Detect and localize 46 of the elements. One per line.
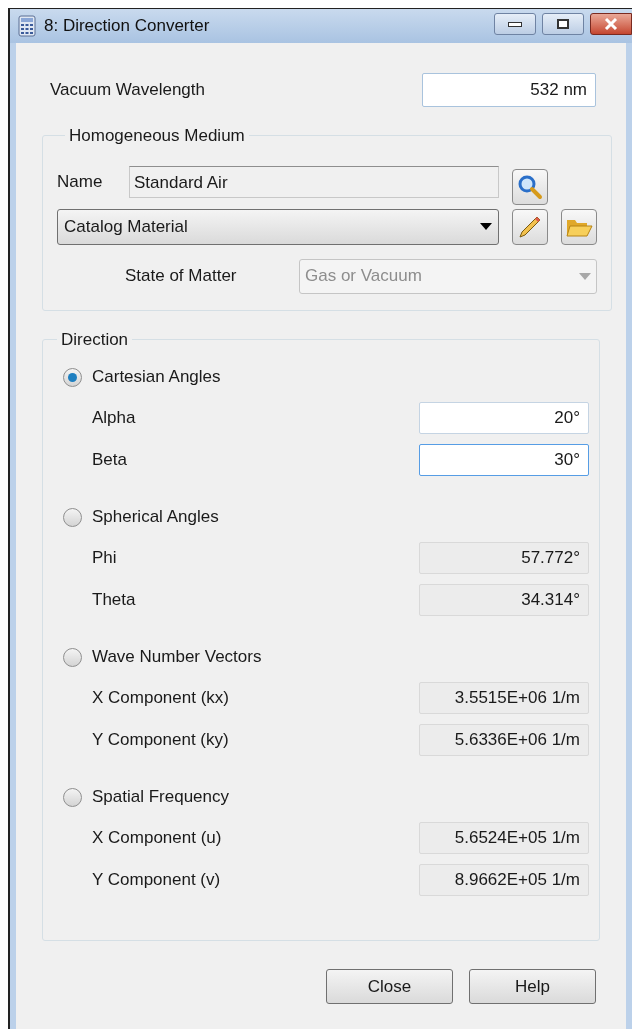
field-label: X Component (kx) bbox=[92, 687, 229, 710]
field-label: Alpha bbox=[92, 407, 136, 430]
dialog-button[interactable]: Help bbox=[469, 969, 596, 1004]
caret-icon bbox=[480, 223, 492, 230]
search-button[interactable] bbox=[512, 168, 548, 205]
field-label: Theta bbox=[92, 589, 136, 612]
field-label: Y Component (ky) bbox=[92, 729, 229, 752]
readonly-field: 8.9662E+05 1/m bbox=[419, 864, 589, 896]
pencil-icon bbox=[518, 214, 542, 239]
readonly-field: 5.6524E+05 1/m bbox=[419, 822, 589, 854]
field-label: Beta bbox=[92, 449, 127, 472]
radio-button[interactable] bbox=[63, 507, 82, 527]
radio-label: Spherical Angles bbox=[92, 506, 219, 529]
input-field[interactable]: 20° bbox=[419, 402, 589, 434]
readonly-field: 3.5515E+06 1/m bbox=[419, 682, 589, 714]
name-label: Name bbox=[57, 170, 104, 193]
group-title: Direction bbox=[60, 328, 130, 351]
readonly-field: 34.314° bbox=[419, 584, 589, 616]
caret-icon bbox=[579, 272, 591, 280]
field-label: X Component (u) bbox=[92, 827, 222, 850]
calculator-icon bbox=[18, 15, 36, 37]
readonly-field: 5.6336E+06 1/m bbox=[419, 724, 589, 756]
input-field[interactable]: 30° bbox=[419, 444, 589, 476]
close-icon[interactable] bbox=[590, 13, 632, 35]
state-label: State of Matter bbox=[124, 265, 238, 288]
dialog-button[interactable]: Close bbox=[326, 969, 453, 1004]
wavelength-label: Vacuum Wavelength bbox=[50, 79, 205, 102]
window-title: 8: Direction Converter bbox=[44, 15, 210, 38]
radio-label: Spatial Frequency bbox=[92, 786, 230, 809]
minimize-button[interactable] bbox=[494, 13, 536, 35]
readonly-field: 57.772° bbox=[419, 542, 589, 574]
radio-label: Cartesian Angles bbox=[92, 366, 221, 389]
radio-label: Wave Number Vectors bbox=[92, 646, 262, 669]
radio-button[interactable] bbox=[63, 367, 82, 387]
field-label: Phi bbox=[92, 547, 117, 570]
field-label: Y Component (v) bbox=[92, 869, 221, 892]
open-button[interactable] bbox=[561, 208, 597, 245]
name-field: Standard Air bbox=[129, 165, 499, 198]
search-icon bbox=[517, 173, 543, 200]
maximize-button[interactable] bbox=[542, 13, 584, 35]
radio-button[interactable] bbox=[63, 787, 82, 807]
material-dropdown[interactable]: Catalog Material bbox=[57, 208, 499, 245]
wavelength-field[interactable]: 532 nm bbox=[422, 73, 596, 107]
group-title: Homogeneous Medium bbox=[68, 125, 246, 147]
radio-button[interactable] bbox=[63, 647, 82, 667]
edit-button[interactable] bbox=[512, 208, 548, 245]
